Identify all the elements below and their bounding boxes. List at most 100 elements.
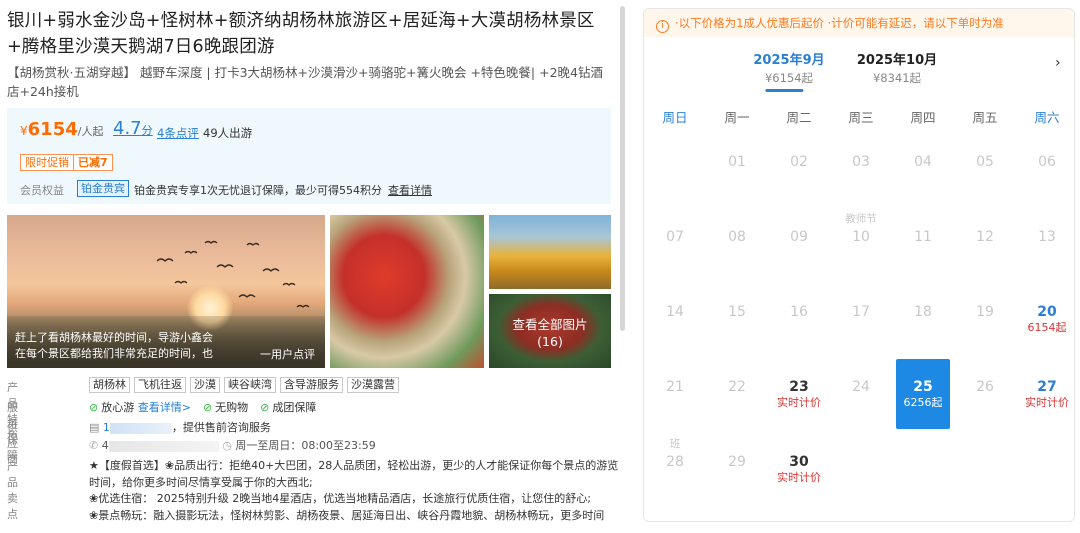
day-holiday-label: 教师节: [845, 213, 877, 225]
calendar-day[interactable]: 教师节 10: [834, 209, 888, 279]
day-number[interactable]: 25: [896, 359, 950, 396]
calendar-day[interactable]: 17: [834, 284, 888, 354]
day-price[interactable]: 实时计价: [772, 471, 826, 485]
calendar-day[interactable]: 19: [958, 284, 1012, 354]
calendar-day[interactable]: 18: [896, 284, 950, 354]
calendar-day[interactable]: 29: [710, 434, 764, 504]
day-number[interactable]: 09: [772, 209, 826, 246]
day-number[interactable]: 02: [772, 134, 826, 171]
gallery-image-3[interactable]: [489, 215, 611, 289]
calendar-day[interactable]: 04: [896, 134, 950, 204]
weekday-label: 周四: [910, 110, 936, 125]
calendar-day[interactable]: 09: [772, 209, 826, 279]
calendar-day[interactable]: 26: [958, 359, 1012, 429]
day-number[interactable]: 21: [648, 359, 702, 396]
day-number[interactable]: 07: [648, 209, 702, 246]
supplier-name-link[interactable]: 1: [103, 421, 110, 434]
travelers-count: 49人出游: [203, 126, 253, 140]
calendar-day[interactable]: 13: [1020, 209, 1074, 279]
day-number[interactable]: 08: [710, 209, 764, 246]
month-tab-sep[interactable]: 2025年9月 ¥6154起: [753, 49, 825, 92]
month-label[interactable]: 2025年10月: [857, 49, 937, 68]
day-holiday-label: 班: [669, 438, 681, 450]
day-number[interactable]: 01: [710, 134, 764, 171]
feature-tag: 沙漠: [190, 377, 220, 393]
day-number[interactable]: 12: [958, 209, 1012, 246]
calendar-day[interactable]: 12: [958, 209, 1012, 279]
day-number[interactable]: 26: [958, 359, 1012, 396]
selling-point: ❀优选住宿： 2025特别升级 2晚当地4星酒店，优选当地精品酒店，长途旅行优质…: [89, 492, 591, 505]
view-all-label[interactable]: 查看全部图片: [489, 316, 611, 333]
day-number[interactable]: 05: [958, 134, 1012, 171]
day-number[interactable]: 03: [834, 134, 888, 171]
calendar-day[interactable]: 23 实时计价: [772, 359, 826, 429]
rating-value[interactable]: 4.7: [113, 118, 142, 139]
day-number[interactable]: 06: [1020, 134, 1074, 171]
day-number[interactable]: 22: [710, 359, 764, 396]
chevron-right-icon[interactable]: ›: [1055, 55, 1061, 71]
month-price[interactable]: ¥8341起: [857, 70, 937, 86]
month-price[interactable]: ¥6154起: [753, 70, 824, 86]
day-price[interactable]: 6256起: [896, 396, 950, 410]
day-number[interactable]: 16: [772, 284, 826, 321]
calendar-day[interactable]: 22: [710, 359, 764, 429]
gallery-image-2[interactable]: [330, 215, 484, 368]
day-number[interactable]: 04: [896, 134, 950, 171]
day-number[interactable]: 20: [1020, 284, 1074, 321]
calendar-day[interactable]: 30 实时计价: [772, 434, 826, 504]
day-number[interactable]: 14: [648, 284, 702, 321]
day-number[interactable]: 11: [896, 209, 950, 246]
calendar-day[interactable]: 21: [648, 359, 702, 429]
guarantee-text: 无购物: [215, 401, 249, 414]
calendar-day[interactable]: 06: [1020, 134, 1074, 204]
day-number[interactable]: 19: [958, 284, 1012, 321]
calendar-day[interactable]: 02: [772, 134, 826, 204]
gallery-caption: 赶上了看胡杨林最好的时间，导游小鑫会 在每个景区都给我们非常充足的时间，也: [15, 330, 215, 362]
calendar-day[interactable]: 01: [710, 134, 764, 204]
scrollbar[interactable]: [620, 6, 625, 331]
supplier-info: ▤ 1 ，提供售前咨询服务: [89, 419, 271, 435]
gallery-main-image[interactable]: 赶上了看胡杨林最好的时间，导游小鑫会 在每个景区都给我们非常充足的时间，也 一用…: [7, 215, 325, 368]
guarantee-item: ⊘ 无购物: [203, 399, 248, 415]
day-number[interactable]: 30: [772, 434, 826, 471]
calendar-day[interactable]: 14: [648, 284, 702, 354]
day-price[interactable]: 实时计价: [772, 396, 826, 410]
month-label[interactable]: 2025年9月: [753, 49, 824, 68]
rating[interactable]: 4.7分: [113, 118, 153, 139]
member-details-link[interactable]: 查看详情: [388, 182, 432, 198]
day-number[interactable]: 27: [1020, 359, 1074, 396]
calendar-day[interactable]: 16: [772, 284, 826, 354]
calendar-day[interactable]: 24: [834, 359, 888, 429]
day-price[interactable]: 6154起: [1020, 321, 1074, 335]
calendar-day[interactable]: 03: [834, 134, 888, 204]
calendar-day[interactable]: 08: [710, 209, 764, 279]
reviews-link[interactable]: 4条点评: [157, 125, 199, 141]
currency-symbol: ¥: [20, 124, 28, 138]
calendar-day[interactable]: 15: [710, 284, 764, 354]
day-number[interactable]: 13: [1020, 209, 1074, 246]
view-all-photos-button[interactable]: 查看全部图片 (16): [489, 294, 611, 368]
calendar-day[interactable]: 11: [896, 209, 950, 279]
day-number[interactable]: 23: [772, 359, 826, 396]
feature-tag: 峡谷峡湾: [224, 377, 276, 393]
calendar-day[interactable]: 25 6256起: [896, 359, 950, 429]
caption-user: 一用户点评: [260, 348, 315, 361]
calendar-day[interactable]: 05: [958, 134, 1012, 204]
calendar-day[interactable]: 07: [648, 209, 702, 279]
day-price[interactable]: 实时计价: [1020, 396, 1074, 410]
calendar-day[interactable]: 27 实时计价: [1020, 359, 1074, 429]
day-number[interactable]: [648, 134, 702, 153]
price-box: ¥6154/人起 4.7分 4条点评 49人出游 限时促销 已减7 会员权益 铂金…: [7, 108, 611, 204]
guarantee-details-link[interactable]: 查看详情>: [138, 401, 191, 414]
day-number[interactable]: 15: [710, 284, 764, 321]
calendar-day[interactable]: 班 28: [648, 434, 702, 504]
day-number[interactable]: 29: [710, 434, 764, 471]
day-number[interactable]: 17: [834, 284, 888, 321]
month-tab-oct[interactable]: 2025年10月 ¥8341起: [857, 49, 937, 86]
day-number[interactable]: 18: [896, 284, 950, 321]
gallery-image-4[interactable]: 查看全部图片 (16): [489, 294, 611, 368]
rating-unit[interactable]: 分: [142, 124, 153, 137]
calendar-day[interactable]: 20 6154起: [1020, 284, 1074, 354]
day-number[interactable]: 24: [834, 359, 888, 396]
photo-count[interactable]: (16): [489, 333, 611, 350]
